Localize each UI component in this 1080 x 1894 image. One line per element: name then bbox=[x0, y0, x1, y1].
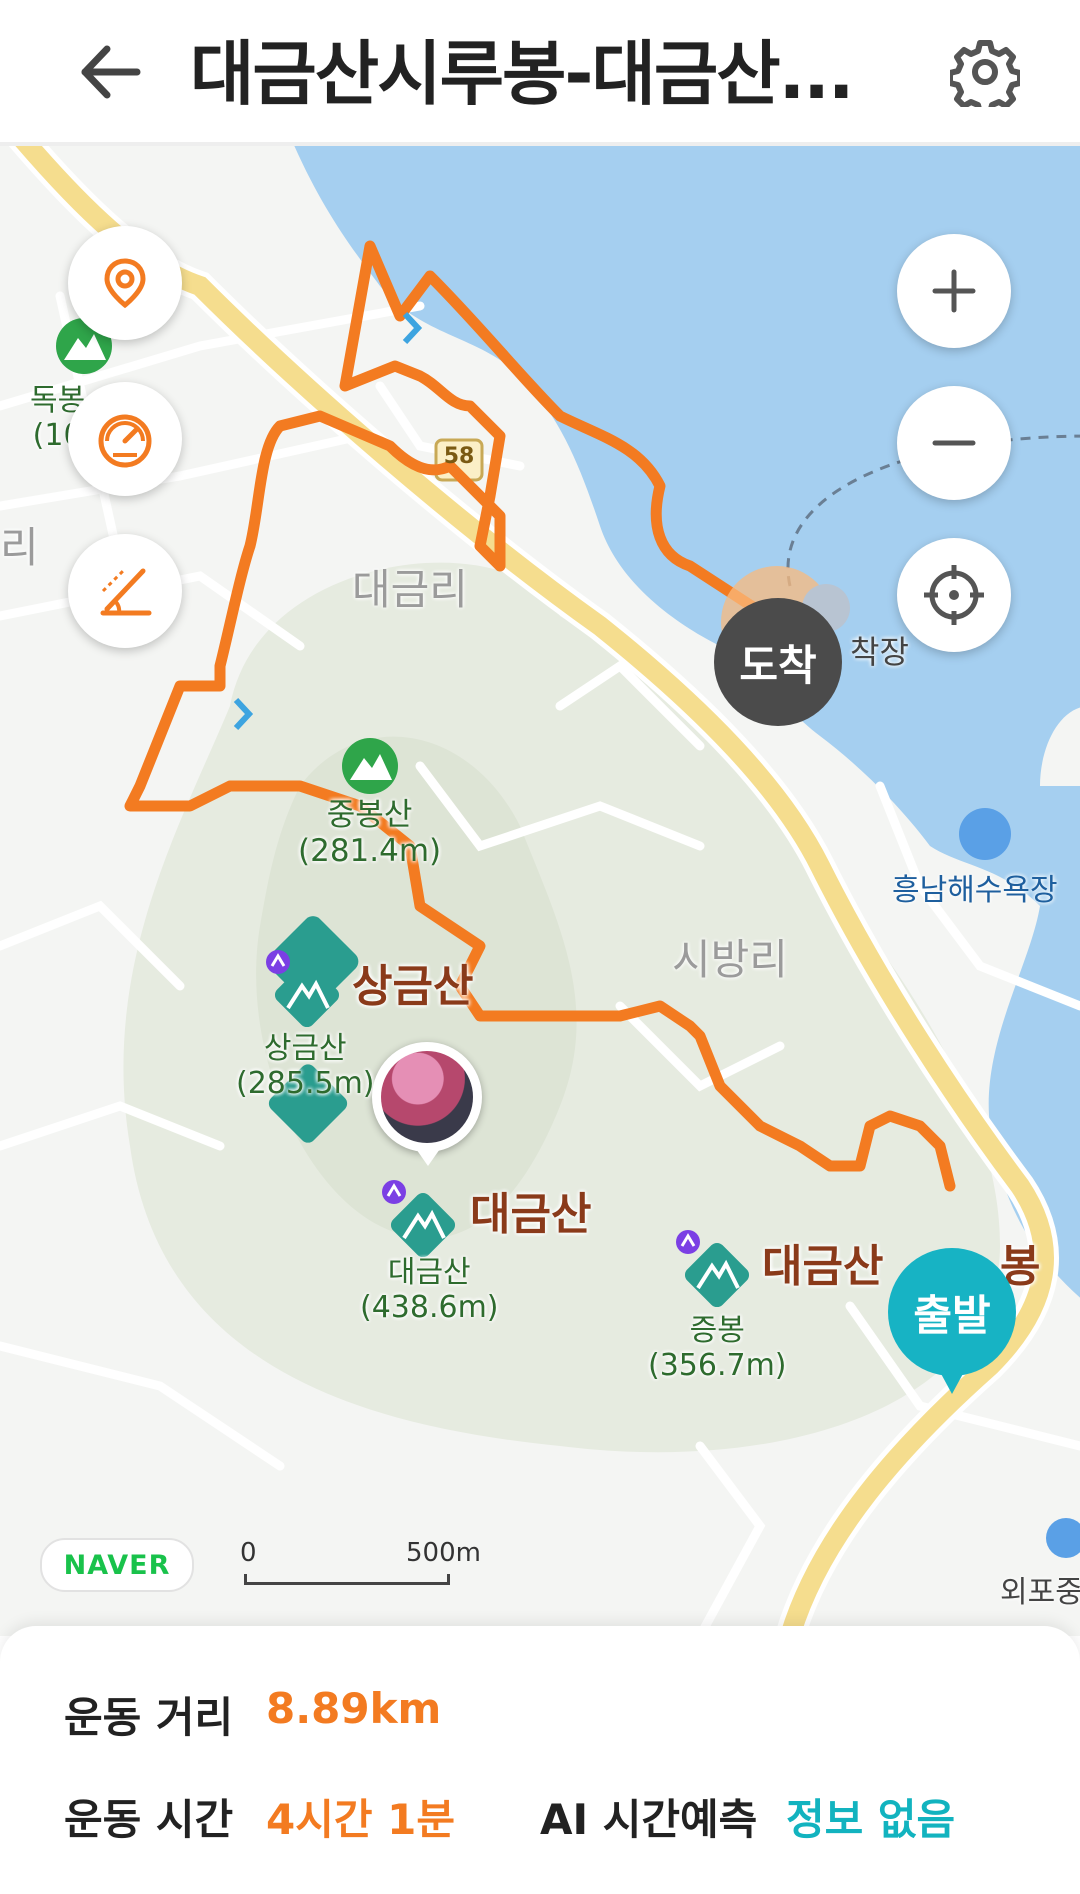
jeungbong-peak-icon[interactable] bbox=[672, 1226, 762, 1326]
oepo-label: 외포중 bbox=[1000, 1575, 1080, 1610]
scale-line bbox=[244, 1574, 450, 1585]
elevation-slope-icon bbox=[100, 568, 152, 616]
scale-distance: 500m bbox=[406, 1538, 481, 1568]
harbor-label: 착장 bbox=[850, 633, 909, 671]
jeungbong-peak-label: 대금산 bbox=[762, 1241, 884, 1292]
stats-sheet: 운동 거리 8.89km 운동 시간 4시간 1분 AI 시간예측 정보 없음 bbox=[0, 1626, 1080, 1894]
map-scale-bar: 0 500m bbox=[240, 1538, 481, 1588]
speed-button[interactable] bbox=[68, 382, 182, 496]
beach-label: 흥남해수욕장 bbox=[892, 873, 1058, 908]
sanggeumsan-height: (285.5m) bbox=[236, 1065, 375, 1101]
ai-time-value: 정보 없음 bbox=[786, 1795, 956, 1844]
time-label: 운동 시간 bbox=[64, 1795, 234, 1844]
sanggeumsan-peak-label: 상금산 bbox=[352, 961, 474, 1012]
location-pin-button[interactable] bbox=[68, 226, 182, 340]
daegeumsan-peak-label: 대금산 bbox=[470, 1189, 592, 1240]
app-header: 대금산시루봉-대금산... bbox=[0, 0, 1080, 146]
time-value: 4시간 1분 bbox=[266, 1795, 455, 1844]
zoom-out-icon bbox=[932, 440, 976, 446]
ai-time-label: AI 시간예측 bbox=[540, 1795, 758, 1844]
road-number: 58 bbox=[443, 444, 475, 469]
sanggeumsan-label: 상금산 (285.5m) bbox=[236, 1031, 375, 1101]
zoom-in-button[interactable] bbox=[897, 234, 1011, 348]
location-pin-icon bbox=[104, 258, 146, 309]
daegeumsan-height: (438.6m) bbox=[360, 1289, 499, 1325]
area-label-ri: 리 bbox=[0, 523, 39, 572]
settings-button[interactable] bbox=[935, 22, 1035, 122]
daegeumsan-name: 대금산 bbox=[387, 1255, 471, 1290]
photo-marker-tail bbox=[414, 1146, 442, 1166]
jungbongsan-height: (281.4m) bbox=[298, 832, 442, 869]
distance-value: 8.89km bbox=[266, 1684, 442, 1733]
start-pin-tail bbox=[926, 1346, 978, 1394]
jeungbong-name: 증봉 bbox=[689, 1313, 745, 1348]
photo-thumbnail bbox=[381, 1051, 473, 1143]
area-label-daegeum-ri: 대금리 bbox=[352, 565, 468, 614]
daegeumsan-label: 대금산 (438.6m) bbox=[360, 1255, 499, 1325]
zoom-out-button[interactable] bbox=[897, 386, 1011, 500]
sanggeumsan-name: 상금산 bbox=[263, 1031, 347, 1066]
photo-marker[interactable] bbox=[372, 1042, 482, 1152]
arrival-pin[interactable]: 도착 bbox=[714, 598, 842, 726]
scale-zero: 0 bbox=[240, 1538, 257, 1568]
jeungbong-label: 증봉 (356.7m) bbox=[648, 1313, 787, 1383]
back-button[interactable] bbox=[60, 22, 160, 122]
naver-logo: NAVER bbox=[40, 1538, 194, 1592]
jungbongsan-name: 중봉산 bbox=[326, 797, 413, 833]
jeungbong-height: (356.7m) bbox=[648, 1347, 787, 1383]
arrow-left-icon bbox=[81, 45, 141, 99]
crosshair-locate-icon bbox=[924, 565, 984, 625]
distance-label: 운동 거리 bbox=[64, 1693, 234, 1742]
jungbongsan-label: 중봉산 (281.4m) bbox=[298, 797, 442, 869]
zoom-in-icon bbox=[932, 269, 976, 313]
area-label-sibang-ri: 시방리 bbox=[672, 935, 788, 984]
locate-me-button[interactable] bbox=[897, 538, 1011, 652]
speedometer-icon bbox=[98, 414, 152, 468]
elevation-button[interactable] bbox=[68, 534, 182, 648]
page-title: 대금산시루봉-대금산... bbox=[190, 33, 854, 115]
route-map[interactable]: 독봉 (10 리 58 대금리 착장 중봉산 (281.4m) 흥남해수욕장 시… bbox=[0, 146, 1080, 1636]
gear-icon bbox=[950, 40, 1020, 107]
